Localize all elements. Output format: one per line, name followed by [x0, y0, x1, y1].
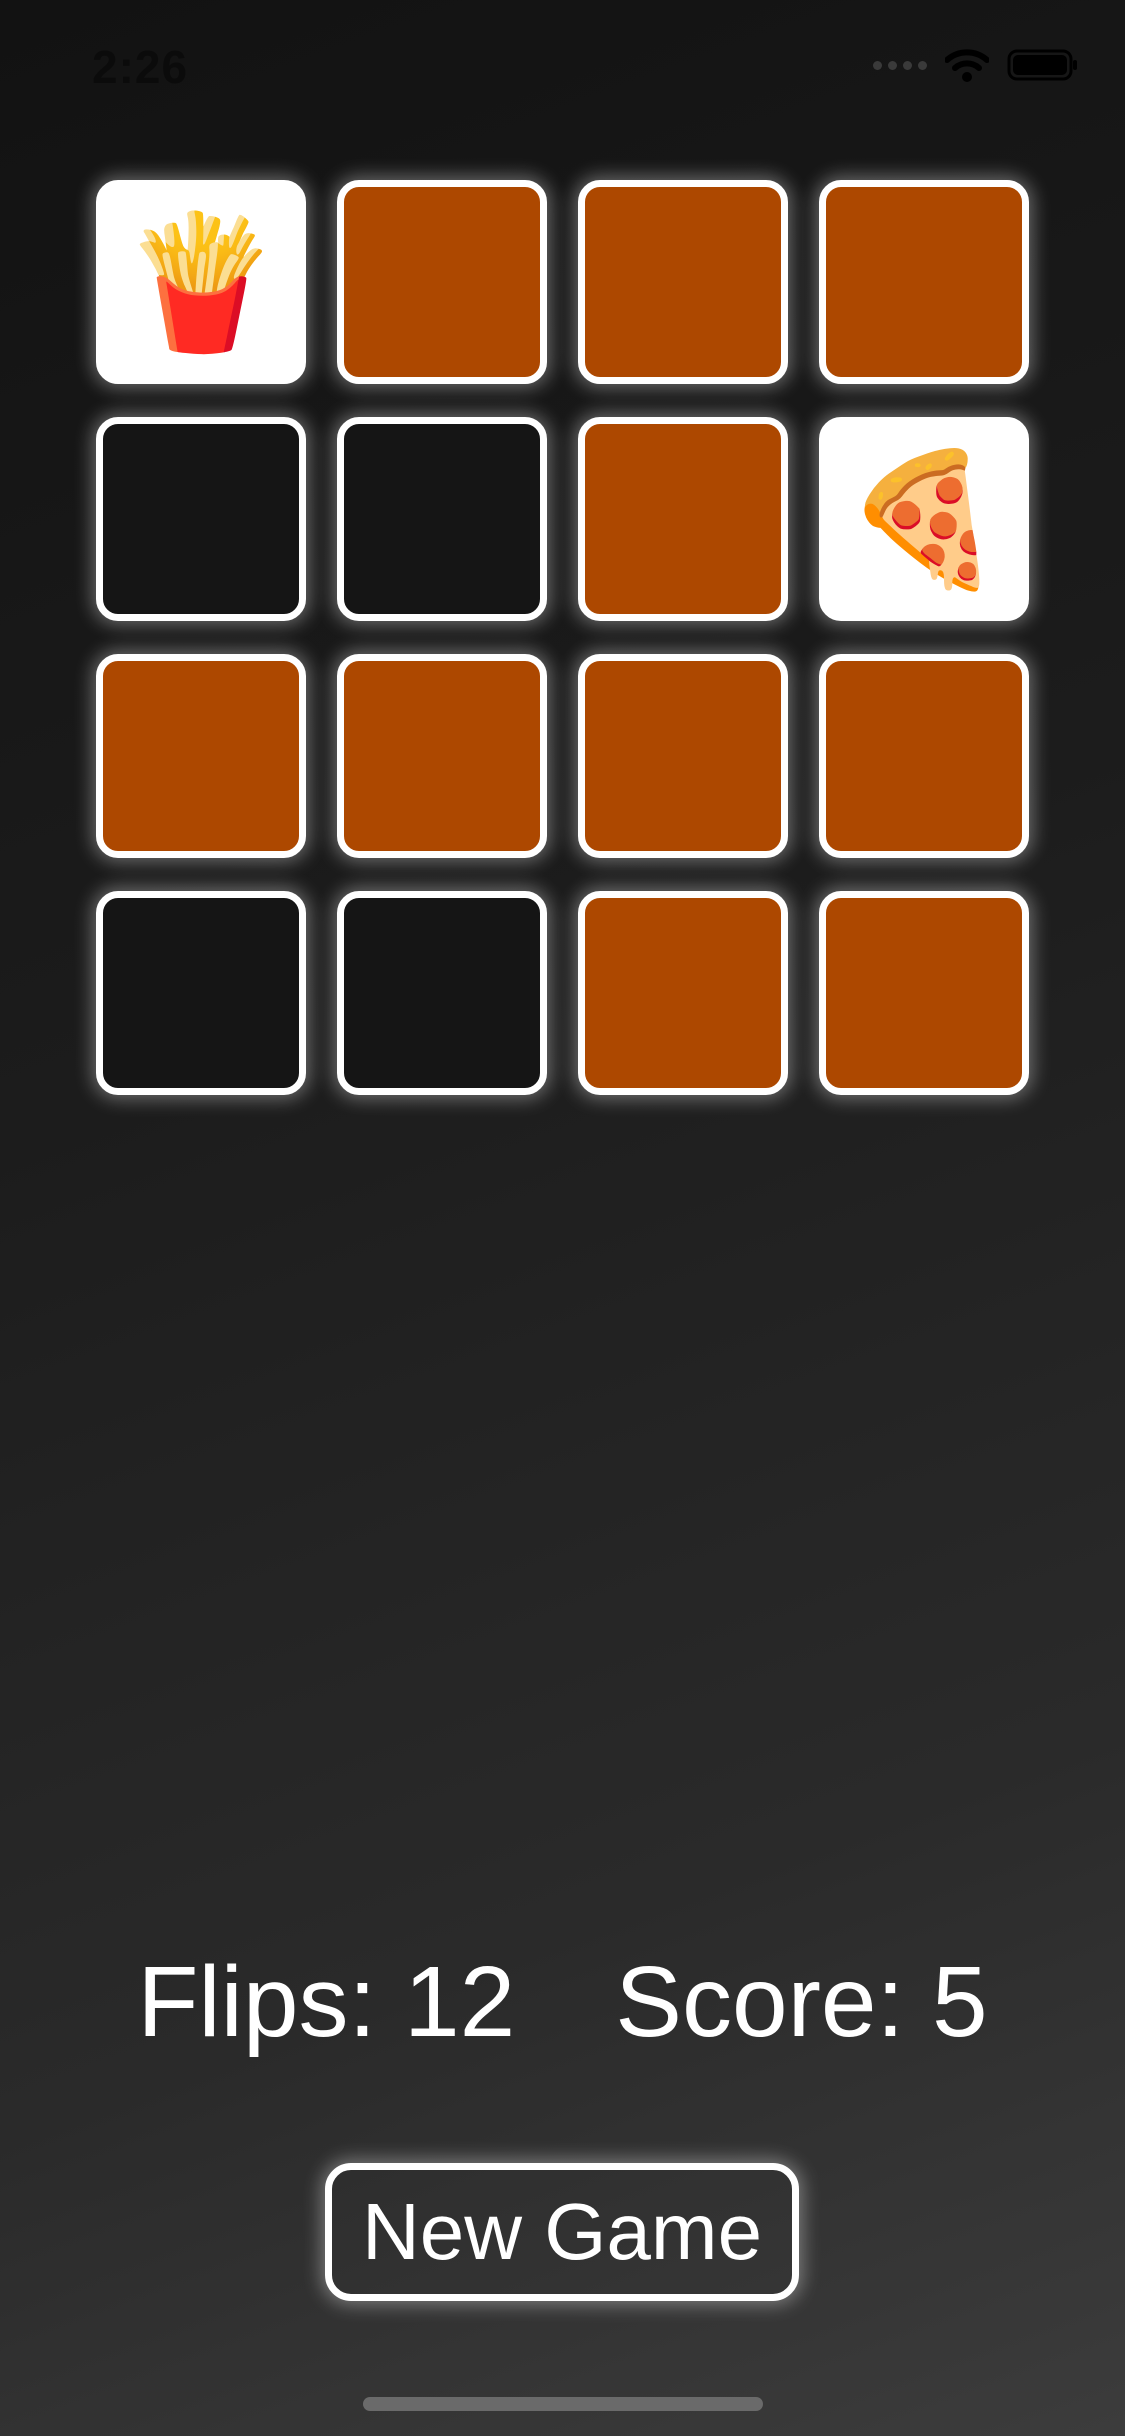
- card-face-down[interactable]: [819, 180, 1029, 384]
- flips-count: Flips: 12: [137, 1946, 516, 2058]
- card-face-down[interactable]: [578, 654, 788, 858]
- card-face-down[interactable]: [578, 180, 788, 384]
- card-emoji: 🍟: [120, 209, 282, 355]
- wifi-icon: [945, 49, 989, 82]
- home-indicator: [363, 2397, 763, 2411]
- card-matched[interactable]: [96, 417, 306, 621]
- card-grid: 🍟 🍕: [96, 180, 1029, 1095]
- card-matched[interactable]: [337, 891, 547, 1095]
- scoreboard: Flips: 12 Score: 5: [0, 1945, 1125, 2060]
- card-face-down[interactable]: [578, 891, 788, 1095]
- status-time: 2:26: [92, 41, 189, 93]
- card-face-down[interactable]: [578, 417, 788, 621]
- score-count: Score: 5: [615, 1946, 988, 2058]
- status-bar: 2:26: [0, 0, 1125, 132]
- card-face-up[interactable]: 🍟: [96, 180, 306, 384]
- card-face-down[interactable]: [819, 891, 1029, 1095]
- card-matched[interactable]: [337, 417, 547, 621]
- card-face-down[interactable]: [96, 654, 306, 858]
- cellular-signal-icon: [873, 60, 927, 70]
- card-face-down[interactable]: [819, 654, 1029, 858]
- card-emoji: 🍕: [843, 446, 1005, 592]
- card-face-down[interactable]: [337, 180, 547, 384]
- card-face-up[interactable]: 🍕: [819, 417, 1029, 621]
- card-matched[interactable]: [96, 891, 306, 1095]
- new-game-button[interactable]: New Game: [325, 2163, 799, 2301]
- card-face-down[interactable]: [337, 654, 547, 858]
- battery-icon: [1007, 49, 1077, 81]
- status-icons: [873, 48, 1079, 82]
